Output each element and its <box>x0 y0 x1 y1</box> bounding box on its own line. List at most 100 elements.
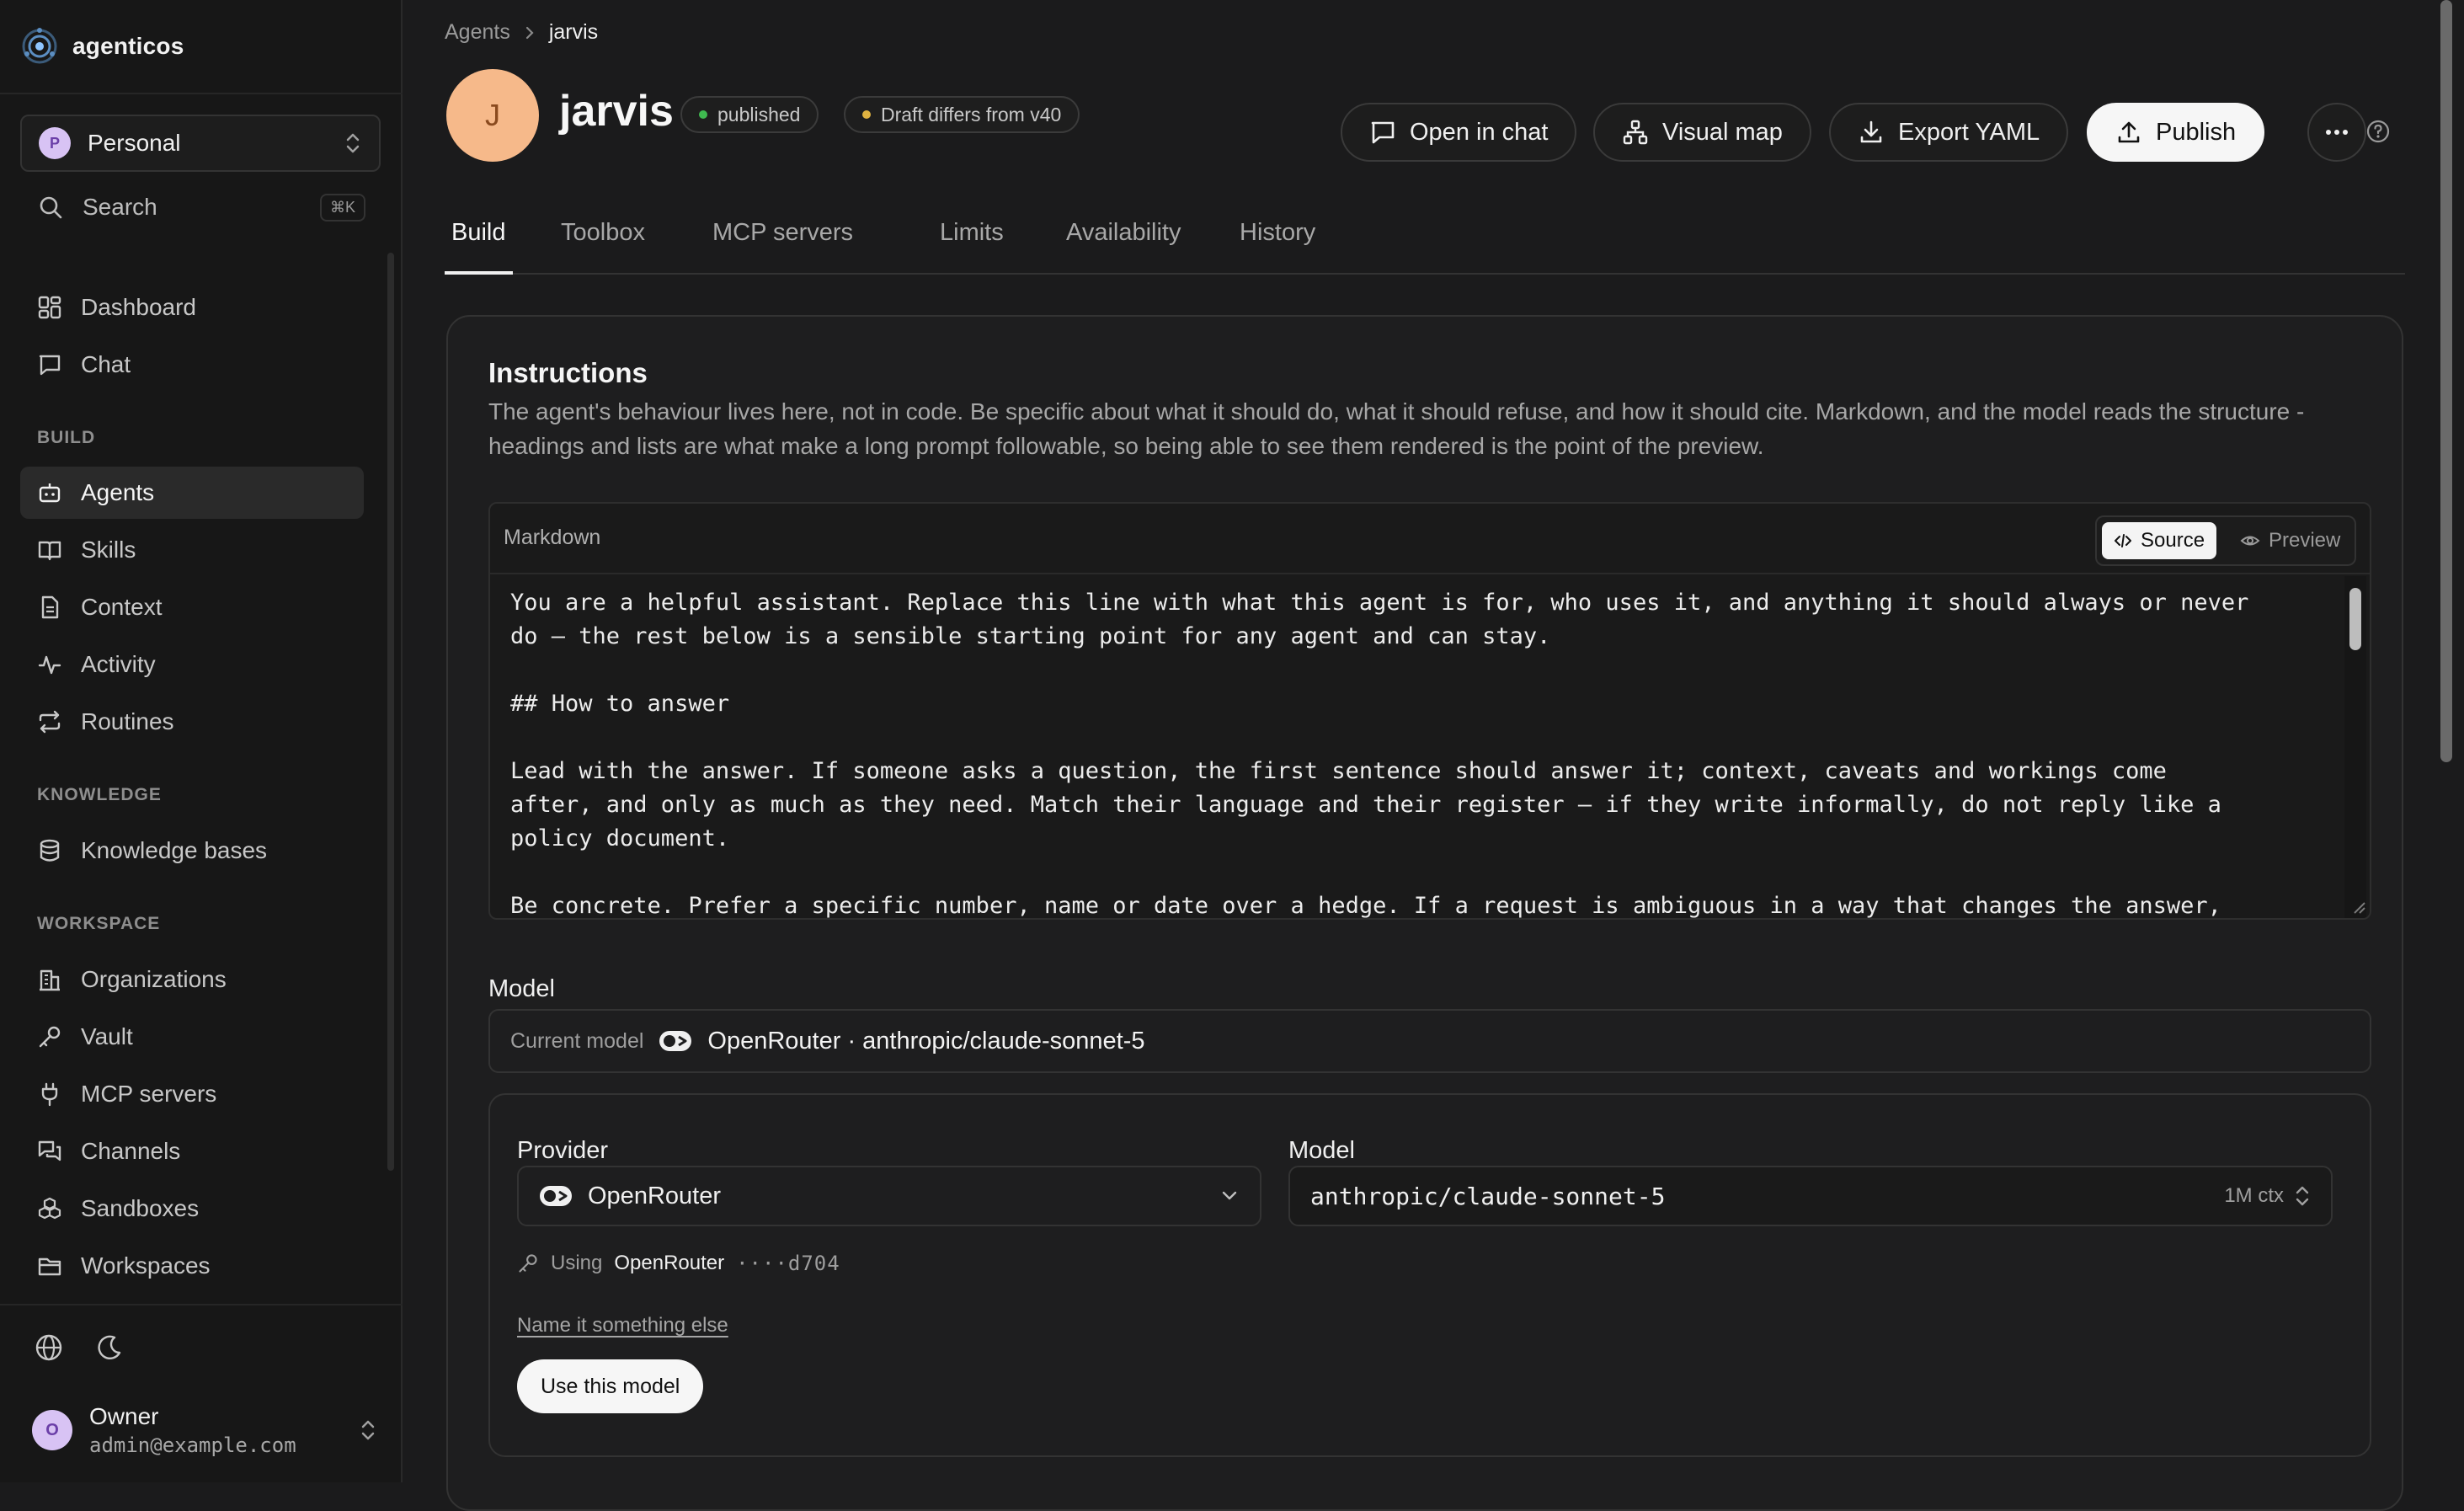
nav-chat[interactable]: Chat <box>20 339 364 391</box>
key-icon <box>517 1252 539 1274</box>
context-size: 1M ctx <box>2224 1184 2284 1207</box>
build-card: Instructions The agent's behaviour lives… <box>446 315 2403 1511</box>
editor-label: Markdown <box>504 526 601 549</box>
button-label: Publish <box>2156 118 2237 146</box>
chevron-down-icon <box>1219 1189 1240 1203</box>
avatar: O <box>32 1410 72 1450</box>
chat-icon <box>37 352 62 377</box>
resize-handle-icon[interactable] <box>2348 896 2366 915</box>
user-menu[interactable]: O Owner admin@example.com <box>32 1398 377 1462</box>
nav-agents[interactable]: Agents <box>20 467 364 519</box>
user-name: Owner <box>89 1403 159 1429</box>
nav-channels[interactable]: Channels <box>20 1125 364 1177</box>
visual-map-button[interactable]: Visual map <box>1593 103 1811 162</box>
provider-value: OpenRouter <box>588 1182 721 1209</box>
tab-history[interactable]: History <box>1240 212 1315 275</box>
publish-button[interactable]: Publish <box>2087 103 2265 162</box>
book-icon <box>37 537 62 563</box>
draft-label: Draft differs from v40 <box>881 103 1062 125</box>
folder-icon <box>37 1253 62 1279</box>
search-icon <box>37 194 64 221</box>
moon-icon[interactable] <box>94 1332 125 1363</box>
chat-icon <box>1369 119 1396 146</box>
user-info: Owner admin@example.com <box>89 1403 342 1457</box>
nav-label: Organizations <box>81 966 227 992</box>
download-icon <box>1858 119 1885 146</box>
markdown-editor: Markdown Source Preview You are a helpfu… <box>488 502 2371 920</box>
more-options-button[interactable] <box>2307 103 2366 162</box>
help-circle-icon[interactable] <box>2365 118 2392 145</box>
source-preview-toggle: Source Preview <box>2095 515 2356 566</box>
sitemap-icon <box>1622 119 1649 146</box>
divider <box>0 1304 403 1305</box>
breadcrumb-current: jarvis <box>548 20 599 44</box>
search-button[interactable]: Search ⌘K <box>20 187 365 227</box>
plug-icon <box>37 1081 62 1107</box>
agent-avatar: J <box>446 69 539 162</box>
nav-label: Context <box>81 594 163 620</box>
export-yaml-button[interactable]: Export YAML <box>1829 103 2069 162</box>
database-icon <box>37 838 62 863</box>
current-model-prefix: Current model <box>510 1028 644 1053</box>
using-prefix: Using <box>551 1252 603 1274</box>
credential-info: Using OpenRouter ····d704 <box>517 1252 840 1275</box>
use-this-model-button[interactable]: Use this model <box>517 1359 704 1413</box>
model-value: anthropic/claude-sonnet-5 <box>1310 1182 1666 1210</box>
editor-scrollbar[interactable] <box>2349 588 2361 650</box>
nav-context[interactable]: Context <box>20 581 364 633</box>
tab-build[interactable]: Build <box>445 212 513 275</box>
nav-label: Channels <box>81 1138 181 1164</box>
using-provider: OpenRouter <box>614 1252 725 1274</box>
nav-label: Routines <box>81 708 174 734</box>
preview-label: Preview <box>2269 529 2341 552</box>
current-model-value: OpenRouter · anthropic/claude-sonnet-5 <box>707 1027 1145 1054</box>
nav-knowledge-bases[interactable]: Knowledge bases <box>20 825 364 877</box>
brand[interactable]: agenticos <box>20 25 184 67</box>
globe-icon[interactable] <box>34 1332 64 1363</box>
divider <box>0 93 403 94</box>
nav-workspaces[interactable]: Workspaces <box>20 1240 364 1292</box>
rename-model-link[interactable]: Name it something else <box>517 1314 728 1337</box>
nav-label: MCP servers <box>81 1081 217 1107</box>
chevron-up-down-icon <box>359 1418 377 1443</box>
tab-limits[interactable]: Limits <box>940 212 1004 275</box>
model-combobox[interactable]: anthropic/claude-sonnet-5 1M ctx <box>1288 1166 2333 1226</box>
nav-organizations[interactable]: Organizations <box>20 953 364 1006</box>
nav-label: Workspaces <box>81 1252 211 1279</box>
workspace-switcher[interactable]: P Personal <box>20 115 381 172</box>
nav-activity[interactable]: Activity <box>20 638 364 691</box>
tab-toolbox[interactable]: Toolbox <box>561 212 645 275</box>
nav-dashboard[interactable]: Dashboard <box>20 281 364 334</box>
workspace-name: Personal <box>88 130 181 156</box>
main-content: Agents jarvis J jarvis published Draft d… <box>404 0 2464 1511</box>
activity-icon <box>37 652 62 677</box>
nav-skills[interactable]: Skills <box>20 524 364 576</box>
sidebar-utilities <box>34 1332 125 1363</box>
model-picker: Provider Model OpenRouter anthropic/clau… <box>488 1093 2371 1457</box>
bot-icon <box>37 480 62 505</box>
repeat-icon <box>37 709 62 734</box>
nav-mcp-servers[interactable]: MCP servers <box>20 1068 364 1120</box>
agenticos-logo-icon <box>20 27 59 66</box>
openrouter-icon <box>659 1029 692 1053</box>
provider-select[interactable]: OpenRouter <box>517 1166 1261 1226</box>
draft-badge: Draft differs from v40 <box>844 96 1080 133</box>
breadcrumb-agents-link[interactable]: Agents <box>445 20 510 45</box>
messages-icon <box>37 1139 62 1164</box>
tab-mcp-servers[interactable]: MCP servers <box>712 212 853 275</box>
nav-sandboxes[interactable]: Sandboxes <box>20 1183 364 1235</box>
tab-availability[interactable]: Availability <box>1066 212 1181 275</box>
search-shortcut: ⌘K <box>319 193 365 222</box>
section-build: BUILD <box>37 428 96 447</box>
instructions-textarea[interactable]: You are a helpful assistant. Replace thi… <box>510 586 2321 918</box>
nav-routines[interactable]: Routines <box>20 696 364 748</box>
instructions-description: The agent's behaviour lives here, not in… <box>488 398 2305 459</box>
preview-mode-button[interactable]: Preview <box>2228 522 2352 559</box>
more-horizontal-icon <box>2324 128 2349 136</box>
sidebar-scrollbar[interactable] <box>387 253 394 1171</box>
boxes-icon <box>37 1196 62 1221</box>
nav-vault[interactable]: Vault <box>20 1011 364 1063</box>
source-mode-button[interactable]: Source <box>2102 522 2217 559</box>
open-in-chat-button[interactable]: Open in chat <box>1341 103 1577 162</box>
page-scrollbar[interactable] <box>2440 0 2452 762</box>
